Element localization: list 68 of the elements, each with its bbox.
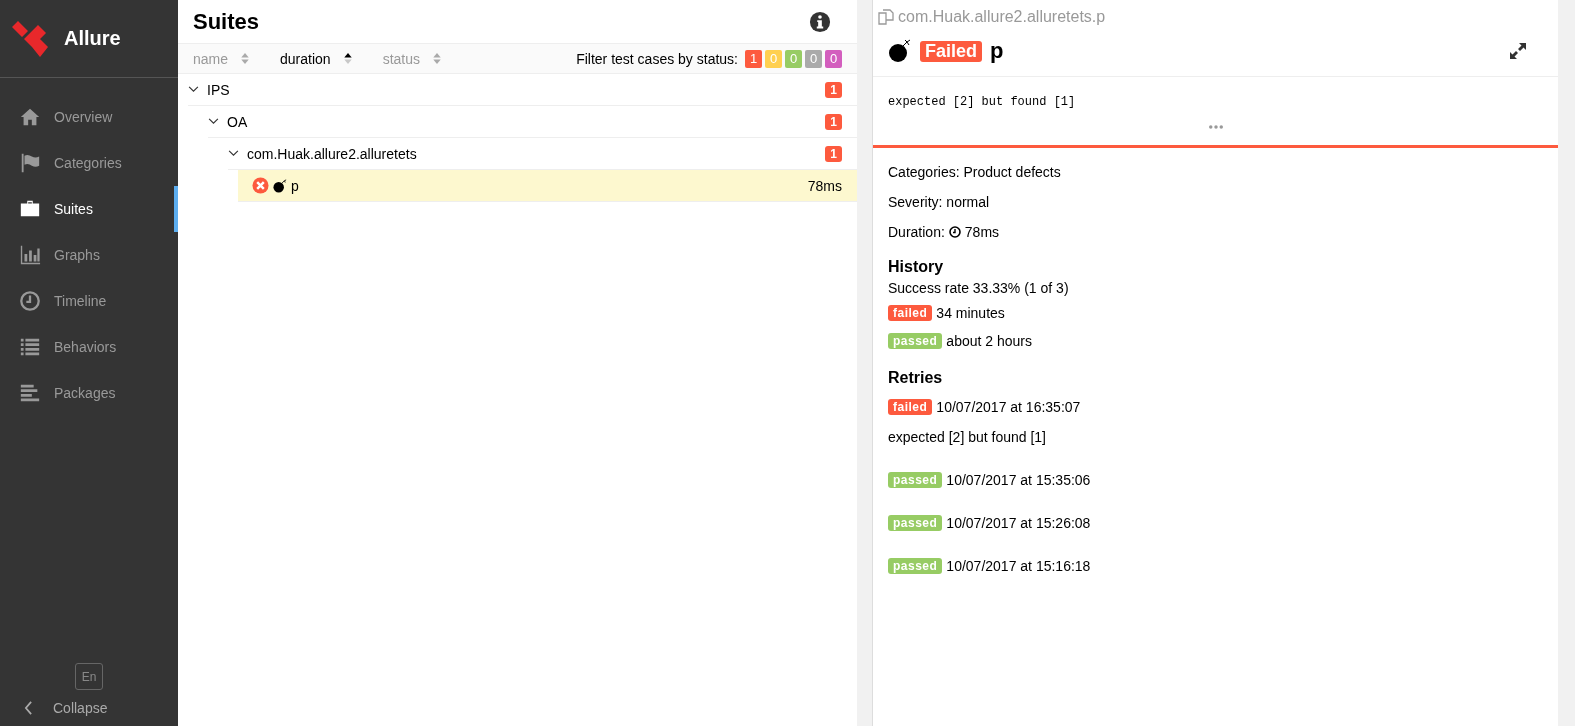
- status-label: Failed: [920, 40, 982, 62]
- test-row[interactable]: p 78ms: [238, 170, 857, 202]
- success-rate: Success rate 33.33% (1 of 3): [888, 280, 1070, 296]
- sort-icon: [432, 52, 442, 65]
- count-badge: 1: [825, 145, 842, 162]
- sidebar-item[interactable]: Packages: [0, 370, 178, 416]
- retry-time: 10/07/2017 at 15:35:06: [946, 472, 1091, 488]
- tree-node[interactable]: OA 1: [208, 106, 857, 138]
- brand-name: Allure: [64, 27, 121, 50]
- tree-node[interactable]: IPS 1: [188, 74, 857, 106]
- sidebar-item[interactable]: Categories: [0, 140, 178, 186]
- info-icon[interactable]: [809, 10, 831, 33]
- count-badge: 1: [825, 81, 842, 98]
- section-title: Retries: [888, 369, 944, 387]
- history-time: 34 minutes: [936, 305, 1005, 321]
- bar-chart-icon: [18, 244, 42, 266]
- status-tag: passed: [888, 515, 943, 531]
- duration-text: 78ms: [807, 177, 842, 194]
- bomb-icon: [273, 178, 287, 193]
- status-tag: passed: [888, 472, 943, 488]
- status-filter-button[interactable]: 0: [825, 49, 842, 68]
- sidebar-item[interactable]: Overview: [0, 94, 178, 140]
- retry-time: 10/07/2017 at 16:35:07: [936, 399, 1081, 415]
- status-filter-button[interactable]: 0: [805, 49, 822, 68]
- retry-time: 10/07/2017 at 15:16:18: [946, 558, 1091, 574]
- sort-column[interactable]: name: [193, 50, 251, 67]
- sort-icon: [240, 52, 251, 65]
- error-message: expected [2] but found [1]: [888, 95, 1077, 109]
- chevron-left-icon: [24, 701, 33, 715]
- logo-icon: [10, 18, 50, 59]
- pane-title: Suites: [193, 8, 260, 35]
- test-path: com.Huak.allure2.alluretets.p: [898, 8, 1106, 26]
- bars-icon: [18, 382, 42, 404]
- filter-label: Filter test cases by status:: [576, 50, 738, 67]
- status-tag: passed: [888, 333, 943, 349]
- status-tag: failed: [888, 305, 933, 321]
- sidebar-item[interactable]: Graphs: [0, 232, 178, 278]
- home-icon: [18, 106, 42, 128]
- categories-text: Categories: Product defects: [888, 164, 1062, 180]
- status-tag: passed: [888, 558, 943, 574]
- collapse-button[interactable]: Collapse: [0, 690, 178, 726]
- clock-icon: [18, 290, 42, 312]
- list-icon: [18, 336, 42, 358]
- scrollbar-track[interactable]: [1558, 0, 1575, 726]
- sort-column[interactable]: status: [382, 50, 442, 67]
- duration-value: 78ms: [964, 224, 1000, 240]
- more-icon[interactable]: [1208, 125, 1223, 129]
- section-title: History: [888, 258, 945, 276]
- copy-icon[interactable]: [878, 9, 894, 25]
- expand-icon[interactable]: [1508, 41, 1528, 61]
- clock-icon: [948, 226, 961, 238]
- test-name: p: [990, 38, 1004, 64]
- language-button[interactable]: En: [75, 663, 103, 690]
- history-time: about 2 hours: [946, 333, 1032, 349]
- retry-message: expected [2] but found [1]: [888, 429, 1047, 445]
- status-filter-button[interactable]: 1: [745, 49, 762, 68]
- sidebar-item[interactable]: Behaviors: [0, 324, 178, 370]
- sidebar-item[interactable]: Suites: [0, 186, 178, 232]
- status-tag: failed: [888, 399, 933, 415]
- sort-icon: [342, 52, 353, 65]
- count-badge: 1: [825, 113, 842, 130]
- severity-text: Severity: normal: [888, 194, 991, 210]
- scrollbar-track[interactable]: [857, 0, 873, 726]
- sort-column[interactable]: duration: [280, 50, 353, 67]
- sidebar-item[interactable]: Timeline: [0, 278, 178, 324]
- retry-time: 10/07/2017 at 15:26:08: [946, 515, 1091, 531]
- bomb-icon: [888, 39, 912, 63]
- duration-label: Duration:: [888, 224, 945, 240]
